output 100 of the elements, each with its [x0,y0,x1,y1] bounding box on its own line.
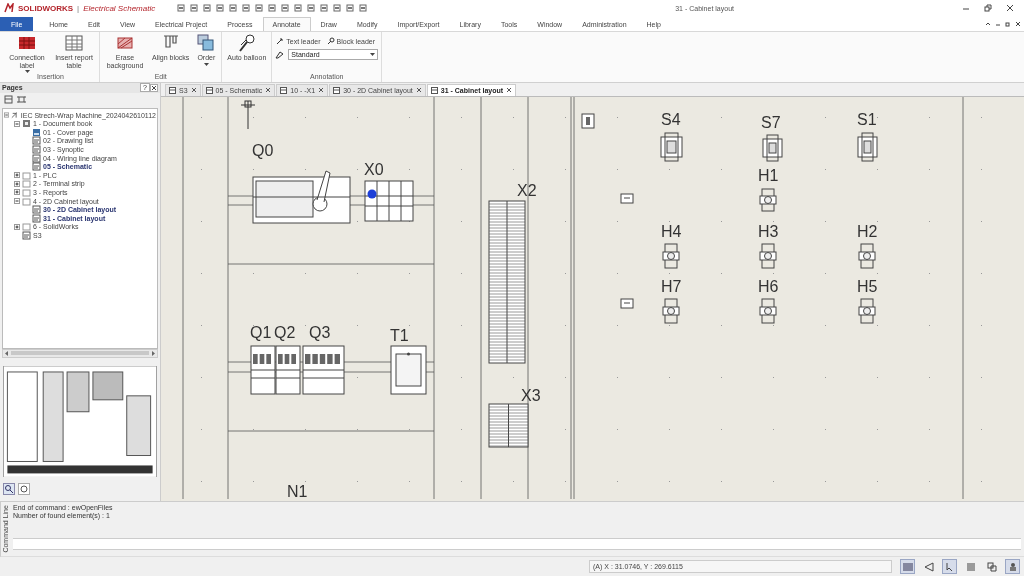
close-icon[interactable] [1015,20,1021,27]
selection-grip-icon [367,189,377,199]
close-icon[interactable] [190,87,197,94]
page-icon [32,136,41,146]
zoom-icon[interactable] [3,482,15,495]
logo-separator: | [77,3,80,13]
terminal-block-drawing [364,180,414,222]
sheet-icon [205,86,213,94]
order-icon [196,33,217,54]
page-icon [32,145,41,154]
door-symbol-icon [581,113,595,129]
pilot-light-drawing [759,298,777,324]
toolbar-icon[interactable] [255,4,264,13]
project-icon [11,110,19,120]
sheet-icon [280,86,288,94]
page-view-icon[interactable] [4,94,13,104]
toolbar-icon[interactable] [177,4,186,13]
component-label: Q1 [250,323,272,341]
refresh-icon[interactable] [18,482,30,495]
mounting-symbol-icon [620,298,634,309]
product-name: Electrical Schematic [83,3,156,13]
toolbar-icon[interactable] [307,4,316,13]
user-toggle[interactable] [1005,559,1020,575]
close-icon[interactable] [1006,4,1014,13]
ortho-icon [923,561,934,572]
toolbar-icon[interactable] [229,4,238,13]
restore-icon[interactable] [984,4,992,13]
toolbar-icon[interactable] [203,4,212,13]
toolbar-icon[interactable] [216,4,225,13]
toolbar-icon[interactable] [190,4,199,13]
toolbar-icon[interactable] [242,4,251,13]
expander-icon[interactable] [14,180,20,187]
snap-icon [944,561,955,572]
expander-icon[interactable] [14,198,20,205]
component-label: H2 [857,222,878,240]
toolbar-icon[interactable] [346,4,355,13]
pilot-light-drawing [759,243,777,269]
toolbar-icon[interactable] [333,4,342,13]
component-label: Q0 [252,141,274,159]
restore-icon[interactable] [1005,20,1011,27]
grid-icon [902,561,913,572]
style-brush-icon [275,50,285,60]
pilot-light-drawing [662,243,680,269]
component-label: Q2 [274,323,296,341]
component-label: H6 [758,277,779,295]
page-icon [32,213,41,223]
command-input-field[interactable] [13,538,1021,551]
expander-icon[interactable] [14,189,20,196]
component-label: H1 [758,166,779,184]
close-icon[interactable] [415,87,422,94]
close-icon[interactable] [150,83,158,92]
layers-toggle[interactable] [984,559,999,575]
component-label: H5 [857,277,878,295]
snap-toggle[interactable] [942,559,957,575]
fit-view-icon[interactable] [17,94,26,104]
component-label: S4 [661,110,681,128]
crosshair-cursor-icon [240,100,256,130]
component-label: H7 [661,277,682,295]
scroll-left-icon[interactable] [4,350,9,356]
close-icon[interactable] [265,87,272,94]
page-icon [32,205,41,215]
expander-icon[interactable] [4,112,10,119]
component-label: X0 [364,160,384,178]
toolbar-icon[interactable] [359,4,368,13]
toolbar-icon[interactable] [268,4,277,13]
sheet-icon [430,86,438,94]
component-label: H4 [661,222,682,240]
pilot-light-drawing [662,298,680,324]
page-icon [32,153,41,163]
expander-icon[interactable] [14,172,20,179]
grid-toggle[interactable] [900,559,915,575]
caret-icon [370,53,376,57]
component-label: X3 [521,386,541,404]
cover-icon [32,127,41,137]
transformer-drawing [390,345,427,395]
mounting-symbol-icon [620,193,634,204]
component-label: T1 [390,326,409,344]
toolbar-icon[interactable] [281,4,290,13]
toolbar-icon[interactable] [320,4,329,13]
sheet-icon [169,86,176,94]
selector-switch-drawing [660,132,683,162]
toolbar-icon[interactable] [294,4,303,13]
expander-icon[interactable] [14,223,20,230]
component-label: S1 [857,110,877,128]
folder-icon [22,222,31,232]
close-icon[interactable] [318,87,325,94]
terminal-strip-drawing [488,403,529,448]
selector-switch-drawing [762,134,783,162]
page-icon [22,230,31,240]
close-icon[interactable] [506,87,513,94]
expander-icon[interactable] [14,120,20,127]
component-label: Q3 [309,323,331,341]
pilot-light-drawing [858,243,876,269]
leader-arrow-icon [326,37,335,46]
book-icon [22,119,31,129]
layers-icon [986,561,997,572]
pilot-light-drawing [759,188,777,212]
component-label: N1 [287,482,308,499]
collapse-ribbon-icon[interactable] [985,20,991,27]
scroll-right-icon[interactable] [151,350,156,356]
